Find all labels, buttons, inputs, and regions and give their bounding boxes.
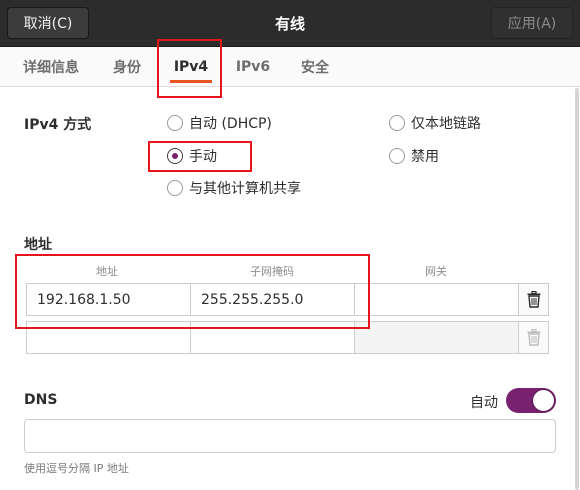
radio-link-local[interactable]: 仅本地链路 [389, 113, 481, 133]
tab-ipv6[interactable]: IPv6 [226, 47, 280, 87]
tab-security[interactable]: 安全 [288, 47, 342, 87]
radio-indicator [167, 180, 183, 196]
radio-indicator [167, 115, 183, 131]
dns-hint: 使用逗号分隔 IP 地址 [24, 462, 129, 475]
delete-row-button-disabled [518, 321, 549, 354]
dns-auto-label: 自动 [470, 395, 498, 411]
gateway-input[interactable] [354, 283, 519, 316]
radio-indicator [389, 148, 405, 164]
gateway-input-empty [354, 321, 519, 354]
radio-label: 与其他计算机共享 [189, 181, 301, 197]
cancel-button[interactable]: 取消(C) [7, 7, 89, 39]
trash-icon [527, 329, 540, 346]
tab-bar: 详细信息 身份 IPv4 IPv6 安全 [0, 47, 580, 87]
toggle-knob [532, 389, 555, 412]
column-header-gateway: 网关 [425, 265, 447, 278]
dialog-title: 有线 [274, 15, 305, 33]
trash-icon [527, 291, 540, 308]
apply-button[interactable]: 应用(A) [491, 7, 573, 39]
radio-label: 仅本地链路 [411, 116, 481, 132]
scrollbar[interactable] [575, 88, 579, 490]
ipv4-method-label: IPv4 方式 [24, 117, 92, 133]
radio-indicator [389, 115, 405, 131]
column-header-address: 地址 [96, 265, 118, 278]
dns-input[interactable] [24, 419, 556, 453]
radio-auto-dhcp[interactable]: 自动 (DHCP) [167, 113, 272, 133]
tab-ipv4[interactable]: IPv4 [160, 47, 222, 87]
radio-label: 自动 (DHCP) [189, 116, 272, 132]
address-input-empty[interactable] [26, 321, 191, 354]
netmask-input[interactable]: 255.255.255.0 [190, 283, 355, 316]
addresses-label: 地址 [24, 237, 52, 253]
column-header-netmask: 子网掩码 [250, 265, 294, 278]
radio-shared[interactable]: 与其他计算机共享 [167, 178, 301, 198]
netmask-input-empty[interactable] [190, 321, 355, 354]
address-input[interactable]: 192.168.1.50 [26, 283, 191, 316]
radio-label: 禁用 [411, 149, 439, 165]
header-bar: 取消(C) 有线 应用(A) [0, 0, 580, 47]
delete-row-button[interactable] [518, 283, 549, 316]
dns-label: DNS [24, 392, 58, 408]
radio-label: 手动 [189, 149, 217, 165]
tab-details[interactable]: 详细信息 [8, 47, 94, 87]
dns-auto-toggle[interactable] [506, 388, 556, 413]
tab-identity[interactable]: 身份 [100, 47, 154, 87]
radio-manual[interactable]: 手动 [167, 146, 217, 166]
radio-indicator-selected [167, 148, 183, 164]
radio-disabled[interactable]: 禁用 [389, 146, 439, 166]
